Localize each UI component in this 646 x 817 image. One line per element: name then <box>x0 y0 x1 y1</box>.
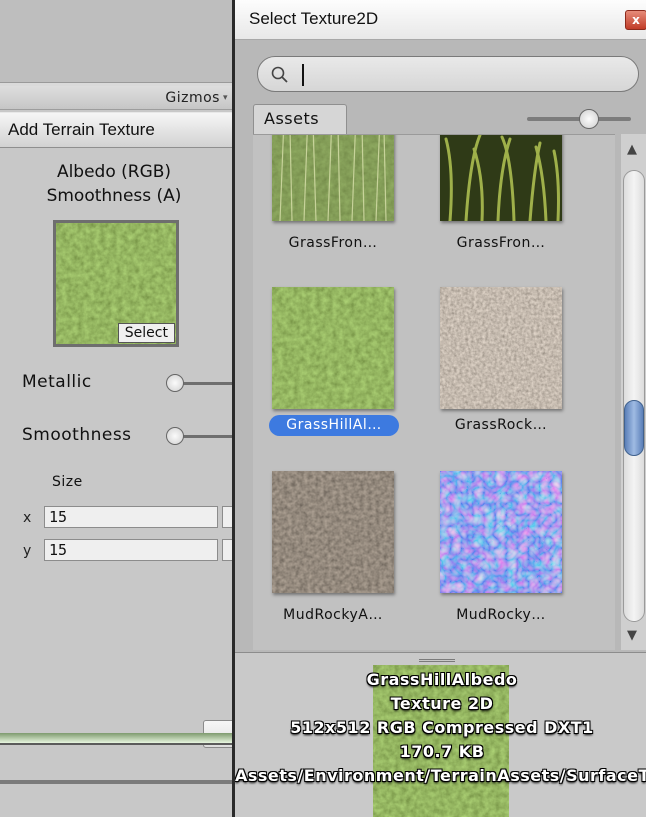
scroll-up-arrow-icon[interactable]: ▲ <box>627 142 637 157</box>
add-texture-dialog-header: Add Terrain Texture <box>0 112 232 148</box>
albedo-label-line1: Albedo (RGB) <box>56 162 172 182</box>
asset-grid-scrollbar[interactable]: ▲ ▼ <box>621 134 646 650</box>
scroll-down-arrow-icon[interactable]: ▼ <box>627 628 637 643</box>
size-y-label: y <box>23 543 32 559</box>
text-caret <box>302 64 304 86</box>
preview-texture-type: Texture 2D <box>390 694 494 713</box>
picker-tabs: Assets <box>235 104 646 134</box>
scene-toolbar-area <box>0 0 232 82</box>
size-y-field[interactable]: 15 <box>44 539 218 561</box>
tab-assets[interactable]: Assets <box>253 104 347 134</box>
asset-label: GrassFron… <box>456 235 546 251</box>
asset-label: GrassRock… <box>454 417 548 433</box>
chevron-down-icon: ▾ <box>222 93 228 103</box>
mud-rocky-normal-texture-icon <box>440 471 562 593</box>
size-label: Size <box>52 474 83 490</box>
close-button[interactable]: x <box>625 10 646 30</box>
asset-grid: GrassFron… GrassFron… GrassHillAl… Grass… <box>253 134 615 650</box>
albedo-label: Albedo (RGB) Smoothness (A) <box>0 160 228 208</box>
window-title: Select Texture2D <box>249 9 379 28</box>
scrollbar-track[interactable] <box>623 170 645 622</box>
gizmos-label: Gizmos <box>165 90 220 106</box>
grass-hill-albedo-texture-icon <box>272 287 394 409</box>
scrollbar-thumb[interactable] <box>624 399 644 456</box>
panel-highlight-bar <box>0 733 232 745</box>
size-x-field[interactable]: 15 <box>44 506 218 528</box>
preview-texture-name: GrassHillAlbedo <box>366 670 518 689</box>
select-texture-button[interactable]: Select <box>117 323 175 343</box>
preview-texture-size: 170.7 KB <box>399 742 485 761</box>
grass-front-texture-icon <box>440 135 562 221</box>
gizmos-dropdown[interactable]: Gizmos ▾ <box>165 90 228 106</box>
terrain-inspector-panel: Gizmos ▾ Add Terrain Texture Albedo (RGB)… <box>0 0 232 817</box>
asset-label-selected: GrassHillAl… <box>269 415 399 436</box>
asset-label: MudRockyA… <box>283 607 383 623</box>
search-icon <box>271 66 288 83</box>
mud-rocky-albedo-texture-icon <box>272 471 394 593</box>
scene-view-bar: Gizmos ▾ <box>0 86 232 110</box>
texture-picker-window: Select Texture2D x Assets GrassFron… Gra… <box>232 0 646 817</box>
smoothness-label: Smoothness <box>22 425 132 445</box>
dialog-title: Add Terrain Texture <box>8 120 155 139</box>
offset-y-field[interactable] <box>222 539 232 561</box>
grass-front-texture-icon <box>272 135 394 221</box>
albedo-texture-slot[interactable]: Select <box>53 220 179 347</box>
panel-divider <box>0 780 232 784</box>
offset-x-field[interactable] <box>222 506 232 528</box>
size-x-label: x <box>23 510 32 526</box>
search-input[interactable] <box>257 56 639 92</box>
texture-preview-area: GrassHillAlbedo Texture 2D 512x512 RGB C… <box>235 652 646 817</box>
grass-rocky-texture-icon <box>440 287 562 409</box>
resize-handle[interactable] <box>419 659 455 662</box>
asset-label: GrassFron… <box>288 235 378 251</box>
close-icon: x <box>632 13 640 27</box>
window-titlebar[interactable]: Select Texture2D x <box>235 0 646 40</box>
smoothness-slider-handle[interactable] <box>166 427 184 445</box>
albedo-label-line2: Smoothness (A) <box>46 186 182 206</box>
metallic-label: Metallic <box>22 372 92 392</box>
metallic-slider-handle[interactable] <box>166 374 184 392</box>
preview-texture-path: Assets/Environment/TerrainAssets/Surface… <box>235 766 646 785</box>
preview-texture-info: 512x512 RGB Compressed DXT1 <box>290 718 594 737</box>
zoom-slider-handle[interactable] <box>579 109 600 129</box>
asset-label: MudRocky… <box>456 607 546 623</box>
